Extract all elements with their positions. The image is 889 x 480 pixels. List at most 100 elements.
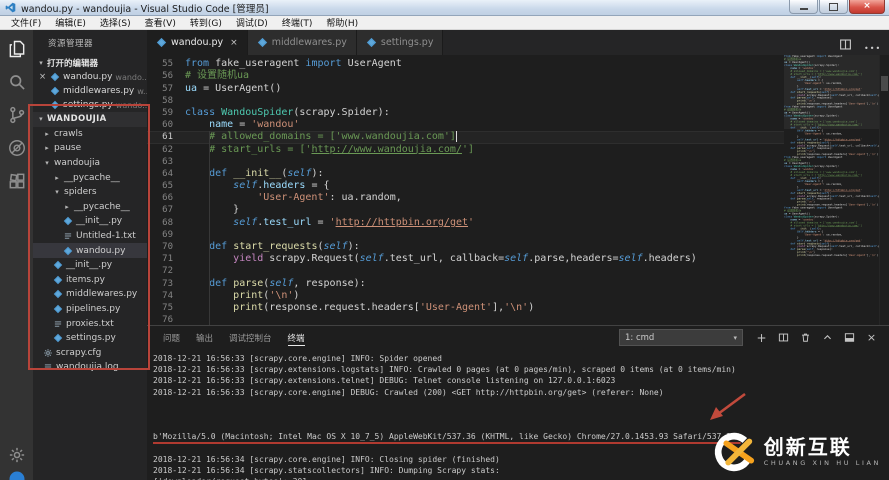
menu-item-3[interactable]: 查看(V) (138, 16, 183, 29)
tree-item-pause[interactable]: ▸ pause (33, 141, 147, 156)
tree-item--pycache-[interactable]: ▸ __pycache__ (33, 200, 147, 215)
code-token: : ua.random, (823, 182, 843, 186)
code-line-57[interactable]: 57 ua = UserAgent() (147, 83, 784, 95)
open-editors-header[interactable]: ▾ 打开的编辑器 (33, 56, 147, 70)
menu-item-0[interactable]: 文件(F) (4, 16, 48, 29)
tree-item-wandoujia[interactable]: ▾ wandoujia (33, 156, 147, 171)
tree-item-label: crawls (54, 128, 83, 139)
folder-root-header[interactable]: ▾ WANDOUJIA (33, 112, 147, 127)
menu-item-5[interactable]: 调试(D) (229, 16, 275, 29)
minimap[interactable]: from fake_useragent import UserAgent # 设置… (784, 55, 879, 325)
tree-item-spiders[interactable]: ▾ spiders (33, 185, 147, 200)
code-line-72[interactable]: 72 (147, 265, 784, 277)
code-token: 'User-Agent' (803, 233, 824, 237)
code-line-62[interactable]: 62 # start_urls = [' http://www.wandoujia… (147, 144, 784, 156)
maximize-button[interactable] (819, 0, 848, 14)
tree-item-items-py[interactable]: items.py (33, 273, 147, 288)
close-panel-icon[interactable]: × (866, 332, 877, 343)
tree-item-middlewares-py[interactable]: middlewares.py (33, 287, 147, 302)
close-icon[interactable]: × (230, 38, 238, 48)
code-line-73[interactable]: 73 def parse(self, response): (147, 278, 784, 290)
open-editor-item[interactable]: middlewares.pyw... (33, 84, 147, 98)
line-number: 55 (162, 59, 173, 70)
tree-item--pycache-[interactable]: ▸ __pycache__ (33, 170, 147, 185)
code-line-60[interactable]: 60 name = 'wandou' (147, 119, 784, 131)
code-token: ' (860, 239, 863, 243)
close-icon[interactable]: × (38, 72, 47, 82)
code-line-66[interactable]: 66 'User-Agent': ua.random, (147, 192, 784, 204)
tree-item-settings-py[interactable]: settings.py (33, 331, 147, 346)
tree-item-scrapy-cfg[interactable]: scrapy.cfg (33, 346, 147, 361)
panel-tab-终端[interactable]: 终端 (280, 326, 313, 349)
code-line-64[interactable]: 64 def __init__(self): (147, 168, 784, 180)
source-control-icon[interactable] (7, 105, 27, 125)
code-token: self (233, 216, 258, 228)
debug-icon[interactable] (7, 138, 27, 158)
code-line-65[interactable]: 65 self. headers = { (147, 180, 784, 192)
open-editor-item[interactable]: settings.py wando... (33, 98, 147, 112)
code-line-70[interactable]: 70 def start_requests(self): (147, 241, 784, 253)
panel-tab-输出[interactable]: 输出 (188, 326, 221, 349)
tree-item-untitled-1-txt[interactable]: Untitled-1.txt (33, 229, 147, 244)
menu-item-2[interactable]: 选择(S) (93, 16, 138, 29)
code-token: ): (311, 167, 324, 179)
tree-item-proxies-txt[interactable]: proxies.txt (33, 316, 147, 331)
code-editor[interactable]: 5455from fake_useragent import UserAgent… (147, 55, 784, 325)
editor-tab-middlewares-py[interactable]: middlewares.py (247, 30, 357, 55)
split-terminal-icon[interactable] (778, 332, 789, 343)
scrollbar-thumb[interactable] (881, 76, 888, 91)
search-icon[interactable] (7, 72, 27, 92)
chevron-down-icon: ▾ (39, 59, 43, 67)
code-line-74[interactable]: 74 print('\n') (147, 290, 784, 302)
kill-terminal-icon[interactable] (800, 332, 811, 343)
menu-item-1[interactable]: 编辑(E) (48, 16, 93, 29)
code-line-75[interactable]: 75 print (response.request.headers['User-… (147, 302, 784, 314)
editor-tab-wandou-py[interactable]: wandou.py × (147, 30, 248, 55)
activity-bar (0, 30, 33, 480)
account-icon[interactable] (8, 470, 26, 480)
code-line-71[interactable]: 71 yield scrapy.Request(self .test_url, c… (147, 253, 784, 265)
tree-item-wandoujia-log[interactable]: wandoujia.log (33, 360, 147, 375)
code-line-58[interactable]: 58 (147, 95, 784, 107)
code-line-69[interactable]: 69 (147, 229, 784, 241)
code-line-59[interactable]: 59 class WandouSpider (scrapy.Spider): (147, 107, 784, 119)
extensions-icon[interactable] (7, 171, 27, 191)
tree-item--init-py[interactable]: __init__.py (33, 214, 147, 229)
split-editor-icon[interactable] (839, 36, 852, 50)
tree-item-wandou-py[interactable]: wandou.py (33, 243, 147, 258)
editor-tab-settings-py[interactable]: settings.py (356, 30, 444, 55)
maximize-panel-icon[interactable] (822, 332, 833, 343)
panel-tab-问题[interactable]: 问题 (155, 326, 188, 349)
minimap-slider[interactable] (784, 55, 879, 129)
code-line-68[interactable]: 68 self. test_url = ' http://httpbin.org/g… (147, 217, 784, 229)
explorer-icon[interactable] (7, 39, 27, 59)
more-actions-icon[interactable]: ••• (864, 36, 880, 53)
tree-item-crawls[interactable]: ▸ crawls (33, 127, 147, 142)
menu-item-7[interactable]: 帮助(H) (319, 16, 365, 29)
chevron-right-icon: ▸ (45, 144, 49, 153)
code-line-63[interactable]: 63 (147, 156, 784, 168)
code-line-55[interactable]: 55 from fake_useragent import UserAgent (147, 58, 784, 70)
close-button[interactable]: × (849, 0, 885, 14)
code-line-67[interactable]: 67 } (147, 204, 784, 216)
new-terminal-icon[interactable]: + (756, 332, 767, 344)
panel-tab-调试控制台[interactable]: 调试控制台 (221, 326, 280, 349)
explorer-sidebar: 资源管理器 ▾ 打开的编辑器 × wandou.py wando... middlew… (33, 30, 147, 480)
toggle-panel-icon[interactable] (844, 332, 855, 343)
menu-item-6[interactable]: 终端(T) (275, 16, 320, 29)
code-line-56[interactable]: 56 # 设置随机ua (147, 70, 784, 82)
terminal-select[interactable]: 1: cmd ▾ (619, 329, 743, 346)
settings-gear-icon[interactable] (8, 446, 26, 464)
line-number: 70 (162, 242, 173, 252)
minimize-button[interactable] (789, 0, 818, 14)
menu-item-4[interactable]: 转到(G) (183, 16, 229, 29)
open-editor-item[interactable]: × wandou.py wando... (33, 70, 147, 84)
editor-scrollbar[interactable] (879, 55, 889, 325)
tree-item--init-py[interactable]: __init__.py (33, 258, 147, 273)
code-line-61[interactable]: 61 # allowed_domains = ['www.wandoujia.c… (147, 131, 784, 144)
tree-item-pipelines-py[interactable]: pipelines.py (33, 302, 147, 317)
titlebar[interactable]: wandou.py - wandoujia - Visual Studio Co… (0, 0, 889, 16)
code-line-76[interactable]: 76 (147, 314, 784, 325)
